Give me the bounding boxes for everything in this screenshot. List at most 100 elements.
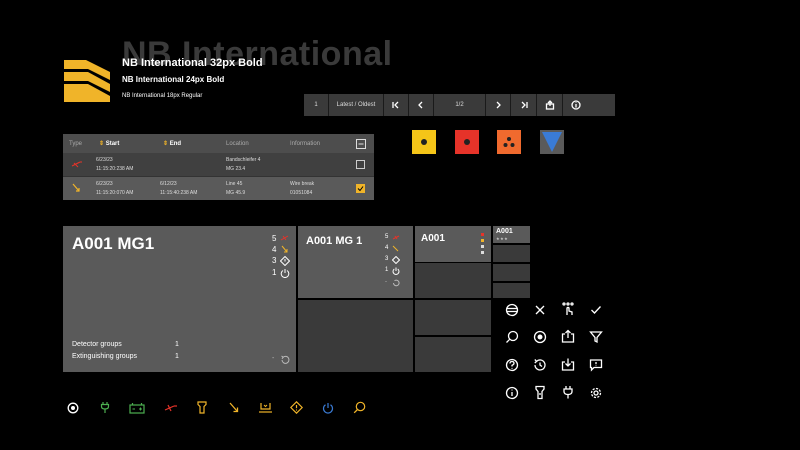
collapse-icon[interactable] [356, 139, 366, 149]
card-medium[interactable]: A001 MG 1 5 4 3 1 - [298, 226, 413, 298]
status-dot-white [481, 251, 484, 254]
share-button[interactable] [537, 94, 563, 116]
card-small-empty [415, 337, 491, 372]
count-warning: 3 [385, 256, 389, 262]
count-warning: 3 [272, 256, 277, 265]
alarm-icon[interactable] [228, 402, 240, 414]
header-location: Location [226, 140, 249, 147]
download-icon[interactable] [561, 357, 575, 372]
check-icon [357, 186, 364, 192]
search-icon[interactable] [353, 401, 366, 414]
warning-icon[interactable] [290, 401, 303, 414]
first-page-button[interactable] [384, 94, 409, 116]
card-small[interactable]: A001 [415, 226, 491, 262]
end-date: 6/12/23 [160, 181, 177, 187]
info-line1: Wire break [290, 181, 315, 187]
power-icon [280, 269, 290, 278]
card-medium-empty [298, 300, 413, 372]
last-page-icon [521, 101, 528, 109]
count-alarm: 4 [385, 245, 389, 251]
plug-icon[interactable] [561, 385, 575, 400]
alarm-icon [281, 245, 288, 253]
table-row[interactable]: 6/23/23 11:15:20:238 AM Bandschleifer 4 … [63, 153, 374, 176]
card-tiny-empty [493, 283, 530, 298]
power-icon[interactable] [322, 402, 334, 414]
count-alarm: 4 [272, 245, 277, 254]
info-icon[interactable] [505, 386, 519, 400]
table-row[interactable]: 6/23/23 11:15:20:070 AM 6/12/23 11:15:40… [63, 176, 374, 200]
table-header: Type ⇕ Start ⇕ End Location Information [63, 134, 374, 153]
card-tiny[interactable]: A001 ★★★ [493, 226, 530, 243]
search-icon[interactable] [505, 330, 519, 344]
fault-icon [71, 161, 82, 168]
torch-icon[interactable] [533, 385, 547, 400]
start-date: 6/23/23 [96, 157, 113, 163]
check-icon[interactable] [589, 303, 603, 317]
location-line2: MG 45.9 [226, 190, 246, 196]
strikethrough-icon[interactable] [505, 303, 519, 317]
settings-icon[interactable] [589, 386, 603, 400]
page-number[interactable]: 1 [304, 94, 329, 116]
sort-icon: ⇕ [99, 141, 105, 147]
card-large[interactable]: A001 MG1 5 4 3 1 Detector groups 1 Extin… [63, 226, 296, 372]
info-line2: 01051084 [290, 190, 313, 196]
row-checkbox-checked[interactable] [356, 184, 365, 193]
prev-page-button[interactable] [409, 94, 434, 116]
location-line1: Line 45 [226, 181, 243, 187]
rating-stars: ★★★ [496, 236, 509, 241]
chevron-right-icon [496, 101, 501, 109]
detector-groups-label: Detector groups [72, 341, 122, 348]
status-tile-red [455, 130, 479, 154]
filter-icon[interactable] [589, 330, 603, 344]
count-power: 1 [272, 268, 277, 277]
sample-bold-24: NB International 24px Bold [122, 75, 225, 84]
target-icon[interactable] [67, 402, 79, 414]
header-information: Information [290, 140, 321, 147]
target-icon[interactable] [533, 330, 547, 344]
header-start[interactable]: ⇕ Start [99, 140, 119, 147]
last-page-button[interactable] [511, 94, 537, 116]
header-end[interactable]: ⇕ End [163, 140, 181, 147]
extinguishing-groups-label: Extinguishing groups [72, 353, 137, 360]
share-icon[interactable] [561, 329, 575, 344]
sort-button[interactable]: Latest / Oldest [329, 94, 384, 116]
battery-icon[interactable] [129, 402, 145, 414]
plug-icon[interactable] [99, 401, 111, 414]
fault-icon [392, 235, 400, 240]
warning-icon [392, 256, 400, 264]
torch-icon[interactable] [196, 401, 208, 414]
events-table: Type ⇕ Start ⇕ End Location Information … [63, 134, 374, 200]
sample-bold-32: NB International 32px Bold [122, 57, 263, 69]
card-tiny-empty [493, 264, 530, 281]
info-button[interactable] [563, 94, 589, 116]
header-type: Type [69, 140, 83, 147]
fault-icon[interactable] [164, 403, 178, 413]
status-tile-yellow [412, 130, 436, 154]
alarm-icon [392, 245, 399, 252]
location-line2: MG 23.4 [226, 166, 246, 172]
card-small-empty [415, 263, 491, 298]
close-icon[interactable] [533, 303, 547, 317]
card-title: A001 MG 1 [306, 235, 363, 247]
sample-regular-18: NB International 18px Regular [122, 93, 203, 99]
next-page-button[interactable] [486, 94, 511, 116]
count-fault: 5 [272, 234, 277, 243]
location-line1: Bandschleifer 4 [226, 157, 261, 163]
sort-icon: ⇕ [163, 141, 169, 147]
history-dash: - [272, 355, 275, 362]
status-dot-yellow [481, 239, 484, 242]
status-dot-white [481, 245, 484, 248]
warning-icon [280, 256, 290, 266]
help-icon[interactable] [505, 358, 519, 372]
card-title: A001 [421, 233, 445, 244]
touch-icon[interactable] [561, 302, 575, 317]
alarm-icon [72, 183, 80, 192]
count-power: 1 [385, 267, 389, 273]
message-icon[interactable] [589, 358, 603, 372]
pager-label: 1/2 [434, 94, 486, 116]
history-icon[interactable] [533, 358, 547, 372]
fault-icon [280, 235, 289, 241]
row-checkbox[interactable] [356, 160, 365, 169]
device-icon[interactable] [258, 401, 273, 414]
history-icon [393, 279, 400, 287]
